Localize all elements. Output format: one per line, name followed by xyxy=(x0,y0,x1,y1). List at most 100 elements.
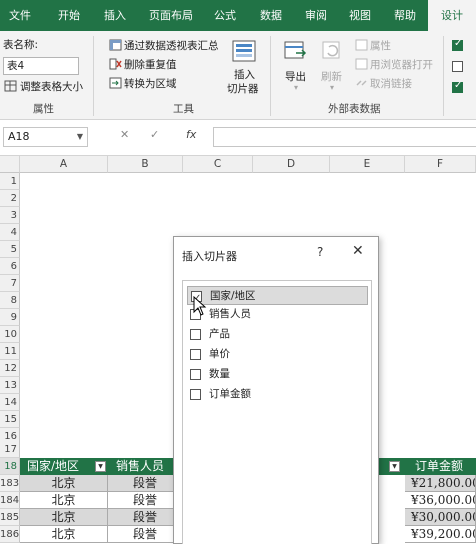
field-checkbox[interactable] xyxy=(190,349,201,360)
properties-button[interactable]: 属性 xyxy=(370,38,391,53)
enter-icon[interactable]: ✓ xyxy=(150,128,159,141)
tab-formulas[interactable]: 公式 xyxy=(206,0,244,31)
tab-page-layout[interactable]: 页面布局 xyxy=(140,0,202,31)
name-box[interactable]: A18 ▼ xyxy=(3,127,88,147)
field-label: 单价 xyxy=(209,348,230,360)
refresh-dropdown-icon[interactable]: ▾ xyxy=(330,83,334,92)
filter-dropdown-icon[interactable]: ▼ xyxy=(95,461,106,472)
column-header-f[interactable]: F xyxy=(405,156,476,173)
resize-table-button[interactable]: 调整表格大小 xyxy=(20,79,83,94)
header-row-checkbox[interactable] xyxy=(452,38,463,51)
table-header-sales[interactable]: 销售人员 xyxy=(108,458,183,475)
tab-home[interactable]: 开始 xyxy=(44,0,94,31)
row-header[interactable]: 7 xyxy=(0,275,20,292)
column-header-b[interactable]: B xyxy=(108,156,183,173)
chevron-down-icon[interactable]: ▼ xyxy=(77,128,83,146)
row-header[interactable]: 5 xyxy=(0,241,20,258)
row-header[interactable]: 15 xyxy=(0,411,20,428)
export-dropdown-icon[interactable]: ▾ xyxy=(294,83,298,92)
refresh-button[interactable]: 刷新 xyxy=(321,69,342,84)
row-header[interactable]: 4 xyxy=(0,224,20,241)
insert-function-icon[interactable]: fx xyxy=(186,128,196,141)
help-icon[interactable]: ? xyxy=(317,245,323,259)
table-cell-amount[interactable]: ¥39,200.00 xyxy=(405,526,476,543)
banded-rows-checkbox[interactable] xyxy=(452,80,463,93)
table-header-amount[interactable]: 订单金额 xyxy=(405,458,476,475)
tab-review[interactable]: 审阅 xyxy=(296,0,336,31)
row-header[interactable]: 18 xyxy=(0,458,20,475)
field-label: 产品 xyxy=(209,328,230,340)
row-header[interactable]: 184 xyxy=(0,492,20,509)
convert-to-range-button[interactable]: 转换为区域 xyxy=(124,76,177,91)
row-header[interactable]: 183 xyxy=(0,475,20,492)
remove-duplicates-button[interactable]: 删除重复值 xyxy=(124,57,177,72)
unlink-button[interactable]: 取消链接 xyxy=(370,76,412,91)
open-in-browser-button[interactable]: 用浏览器打开 xyxy=(370,57,433,72)
tab-file[interactable]: 文件 xyxy=(0,0,40,31)
close-icon[interactable]: ✕ xyxy=(352,243,364,259)
field-label: 订单金额 xyxy=(209,388,251,400)
ribbon: 表名称: 表4 调整表格大小 属性 通过数据透视表汇总 删除重复值 转换为区域 xyxy=(0,31,476,120)
open-browser-icon xyxy=(355,58,368,70)
row-header[interactable]: 6 xyxy=(0,258,20,275)
group-divider xyxy=(270,36,271,116)
row-header[interactable]: 185 xyxy=(0,509,20,526)
slicer-field-item[interactable]: 国家/地区 xyxy=(187,286,368,308)
slicer-field-item[interactable]: 产品 xyxy=(187,325,368,344)
table-name-input[interactable]: 表4 xyxy=(3,57,79,75)
column-header-a[interactable]: A xyxy=(20,156,108,173)
row-header[interactable]: 1 xyxy=(0,173,20,190)
row-header[interactable]: 11 xyxy=(0,343,20,360)
total-row-checkbox[interactable] xyxy=(452,61,463,72)
table-cell-sales[interactable]: 段誉 xyxy=(108,509,183,526)
group-divider xyxy=(93,36,94,116)
table-cell-country[interactable]: 北京 xyxy=(20,526,108,543)
formula-input[interactable] xyxy=(213,127,476,147)
tab-data[interactable]: 数据 xyxy=(252,0,290,31)
cancel-icon[interactable]: ✕ xyxy=(120,128,129,141)
field-checkbox[interactable] xyxy=(190,389,201,400)
column-header-d[interactable]: D xyxy=(253,156,330,173)
tab-view[interactable]: 视图 xyxy=(340,0,380,31)
insert-slicer-icon xyxy=(232,40,256,62)
row-header[interactable]: 14 xyxy=(0,394,20,411)
row-header[interactable]: 17 xyxy=(0,441,20,458)
select-all-corner[interactable] xyxy=(0,156,20,173)
table-cell-country[interactable]: 北京 xyxy=(20,492,108,509)
export-button[interactable]: 导出 xyxy=(285,69,306,84)
table-cell-country[interactable]: 北京 xyxy=(20,509,108,526)
row-header[interactable]: 13 xyxy=(0,377,20,394)
summarize-pivot-button[interactable]: 通过数据透视表汇总 xyxy=(124,38,219,53)
slicer-field-item[interactable]: 单价 xyxy=(187,345,368,364)
table-cell-sales[interactable]: 段誉 xyxy=(108,526,183,543)
row-header[interactable]: 2 xyxy=(0,190,20,207)
row-header[interactable]: 12 xyxy=(0,360,20,377)
slicer-field-item[interactable]: 销售人员 xyxy=(187,305,368,324)
insert-slicer-label-2[interactable]: 切片器 xyxy=(227,81,259,96)
tab-insert[interactable]: 插入 xyxy=(96,0,134,31)
slicer-field-item[interactable]: 订单金额 xyxy=(187,385,368,404)
table-cell-sales[interactable]: 段誉 xyxy=(108,475,183,492)
row-header[interactable]: 10 xyxy=(0,326,20,343)
slicer-field-list[interactable]: 国家/地区 销售人员 产品 单价 数量 订单金额 xyxy=(182,280,372,544)
field-checkbox[interactable] xyxy=(190,369,201,380)
table-cell-amount[interactable]: ¥36,000.00 xyxy=(405,492,476,509)
convert-to-range-icon xyxy=(109,77,122,89)
tab-design[interactable]: 设计 xyxy=(428,0,476,31)
table-cell-amount[interactable]: ¥30,000.00 xyxy=(405,509,476,526)
table-cell-amount[interactable]: ¥21,800.00 xyxy=(405,475,476,492)
filter-dropdown-icon[interactable]: ▼ xyxy=(389,461,400,472)
row-header[interactable]: 9 xyxy=(0,309,20,326)
table-cell-sales[interactable]: 段誉 xyxy=(108,492,183,509)
table-cell-country[interactable]: 北京 xyxy=(20,475,108,492)
properties-icon xyxy=(355,39,368,51)
column-header-e[interactable]: E xyxy=(330,156,405,173)
slicer-field-item[interactable]: 数量 xyxy=(187,365,368,384)
insert-slicer-label-1[interactable]: 插入 xyxy=(234,67,255,82)
row-header[interactable]: 186 xyxy=(0,526,20,543)
field-checkbox[interactable] xyxy=(190,329,201,340)
row-header[interactable]: 8 xyxy=(0,292,20,309)
row-header[interactable]: 3 xyxy=(0,207,20,224)
tab-help[interactable]: 帮助 xyxy=(386,0,424,31)
column-header-c[interactable]: C xyxy=(183,156,253,173)
